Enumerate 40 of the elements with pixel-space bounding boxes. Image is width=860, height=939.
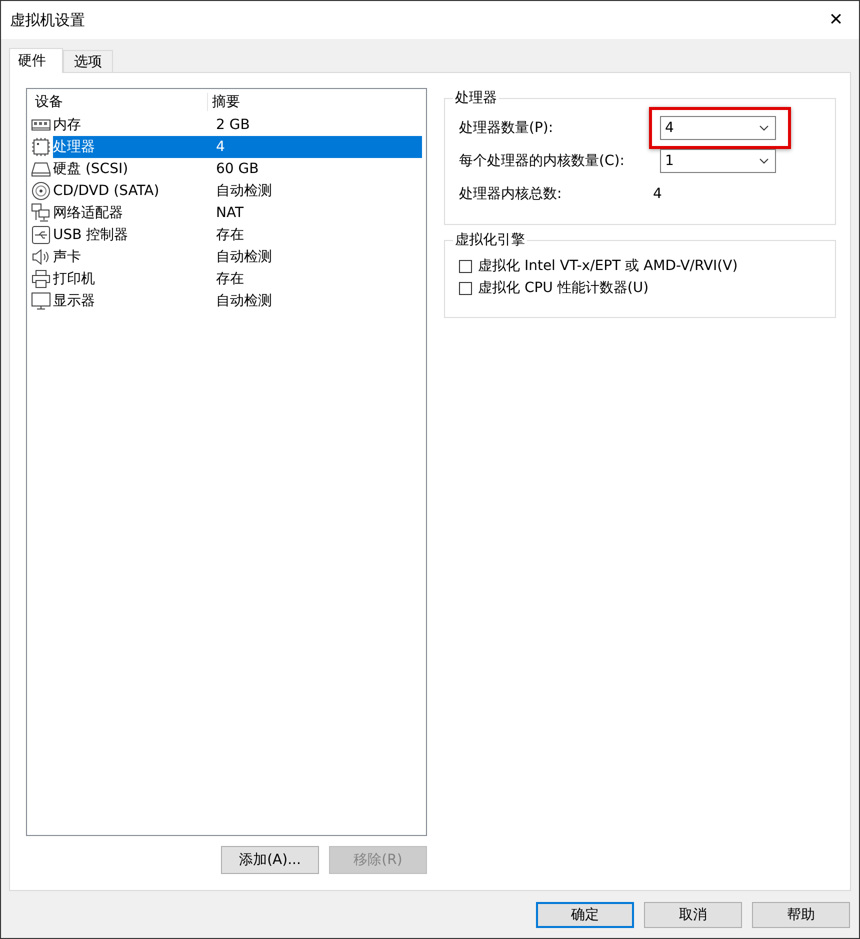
list-row[interactable]: 打印机 存在 <box>53 268 422 290</box>
dropdown[interactable]: 1 <box>660 148 776 172</box>
checkbox[interactable] <box>459 282 472 294</box>
dropdown[interactable]: 4 <box>660 116 776 140</box>
ok-button[interactable]: 确定 <box>536 902 634 928</box>
group-title: 虚拟化引擎 <box>454 231 526 249</box>
field-label: 处理器内核总数: <box>459 184 563 202</box>
chevron-icon <box>759 124 769 130</box>
field-label: 每个处理器的内核数量(C): <box>459 152 626 170</box>
list-row[interactable]: 处理器 4 <box>53 136 422 158</box>
chevron-icon <box>759 158 769 164</box>
checkbox-label[interactable]: 虚拟化 Intel VT-x/EPT 或 AMD-V/RVI(V) <box>478 257 738 275</box>
list-row[interactable]: 显示器 自动检测 <box>53 290 422 312</box>
checkbox-label[interactable]: 虚拟化 CPU 性能计数器(U) <box>478 279 649 297</box>
network-icon <box>31 203 51 223</box>
field-value: 4 <box>652 186 662 202</box>
list-row[interactable]: 声卡 自动检测 <box>53 246 422 268</box>
help-button[interactable]: 帮助 <box>752 902 850 928</box>
group-title: 处理器 <box>454 89 498 107</box>
list-row[interactable]: 内存 2 GB <box>53 114 422 136</box>
list-row[interactable]: USB 控制器 存在 <box>53 224 422 246</box>
column-header[interactable]: 摘要 <box>208 93 240 111</box>
printer-icon <box>31 269 51 289</box>
list-row[interactable]: 网络适配器 NAT <box>53 202 422 224</box>
close-button[interactable]: ✕ <box>813 1 859 39</box>
usb-icon <box>31 225 51 245</box>
monitor-icon <box>31 291 51 311</box>
field-label: 处理器数量(P): <box>459 118 554 136</box>
column-header[interactable]: 设备 <box>31 93 208 111</box>
disc-icon <box>31 181 51 201</box>
chip-icon <box>31 137 51 157</box>
add-button[interactable]: 添加(A)... <box>221 846 319 874</box>
window-title: 虚拟机设置 <box>10 10 85 30</box>
checkbox[interactable] <box>459 260 472 272</box>
tab[interactable]: 硬件 <box>9 48 63 73</box>
cancel-button[interactable]: 取消 <box>644 902 742 928</box>
speaker-icon <box>31 247 51 267</box>
list-row[interactable]: 硬盘 (SCSI) 60 GB <box>53 158 422 180</box>
list-row[interactable]: CD/DVD (SATA) 自动检测 <box>53 180 422 202</box>
tab[interactable]: 选项 <box>63 50 113 72</box>
